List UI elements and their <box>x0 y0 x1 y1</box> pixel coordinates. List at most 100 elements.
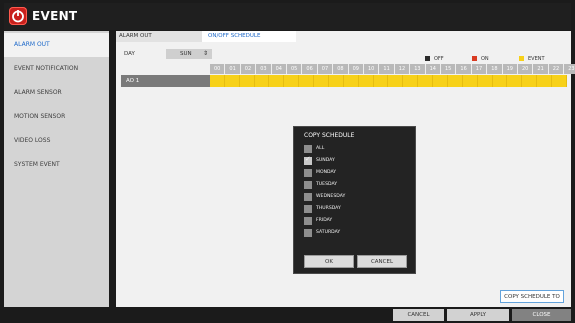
checkbox-label: SUNDAY <box>316 158 335 163</box>
hour-label: 16 <box>456 64 472 74</box>
hour-label: 12 <box>394 64 411 74</box>
table-header: ALARM OUT ON/OFF SCHEDULE <box>116 31 571 42</box>
hour-label: 22 <box>548 64 565 74</box>
sidebar: ALARM OUT EVENT NOTIFICATION ALARM SENSO… <box>4 31 109 307</box>
hour-label: 04 <box>271 64 287 74</box>
ok-button[interactable]: OK <box>304 255 354 268</box>
schedule-cell[interactable] <box>254 75 270 87</box>
checkbox-icon[interactable] <box>304 169 312 177</box>
schedule-cell[interactable] <box>343 75 359 87</box>
hour-label: 23 <box>564 64 575 74</box>
hour-label: 10 <box>364 64 380 74</box>
checkbox-label: WEDNESDAY <box>316 194 346 199</box>
footer-apply-button[interactable]: APPLY <box>447 309 509 321</box>
schedule-cell[interactable] <box>403 75 419 87</box>
day-select-value: SUN <box>180 51 192 57</box>
footer-bar: CANCEL APPLY CLOSE <box>4 309 571 321</box>
footer-cancel-button[interactable]: CANCEL <box>393 309 444 321</box>
cancel-button[interactable]: CANCEL <box>357 255 407 268</box>
event-window: EVENT ALARM OUT EVENT NOTIFICATION ALARM… <box>4 3 575 321</box>
hour-label: 00 <box>210 64 226 74</box>
checkbox-icon[interactable] <box>304 145 312 153</box>
legend-off: OFF <box>425 55 444 63</box>
day-label: DAY <box>124 51 135 57</box>
hour-label: 15 <box>441 64 457 74</box>
hour-label: 06 <box>302 64 318 74</box>
schedule-cell[interactable] <box>358 75 374 87</box>
sidebar-item-label: MOTION SENSOR <box>14 113 66 120</box>
sidebar-item-label: SYSTEM EVENT <box>14 161 60 168</box>
schedule-cell[interactable] <box>462 75 478 87</box>
legend-swatch <box>519 56 524 61</box>
schedule-cell[interactable] <box>477 75 493 87</box>
schedule-cells[interactable] <box>210 75 567 87</box>
copy-schedule-dialog: COPY SCHEDULE ALL SUNDAY MONDAY TUESDAY … <box>293 126 416 274</box>
hour-label: 03 <box>256 64 272 74</box>
dialog-title: COPY SCHEDULE <box>304 132 355 139</box>
sidebar-item-system-event[interactable]: SYSTEM EVENT <box>4 153 109 177</box>
window-title: EVENT <box>32 9 78 23</box>
hour-label: 11 <box>379 64 395 74</box>
schedule-cell[interactable] <box>328 75 344 87</box>
hour-label: 14 <box>425 64 441 74</box>
schedule-cell[interactable] <box>418 75 434 87</box>
hour-label: 21 <box>533 64 549 74</box>
title-bar: EVENT <box>4 3 571 30</box>
checkbox-icon[interactable] <box>304 229 312 237</box>
schedule-cell[interactable] <box>284 75 300 87</box>
hour-label: 05 <box>287 64 303 74</box>
hour-label: 09 <box>348 64 364 74</box>
hour-label: 20 <box>518 64 534 74</box>
day-select[interactable]: SUN ⇕ <box>166 49 212 59</box>
schedule-cell[interactable] <box>224 75 240 87</box>
updown-arrow-icon: ⇕ <box>202 50 208 57</box>
checkbox-icon[interactable] <box>304 193 312 201</box>
schedule-cell[interactable] <box>552 75 567 87</box>
checkbox-label: MONDAY <box>316 170 337 175</box>
legend-event: EVENT <box>519 55 545 63</box>
alarm-out-name: AO 1 <box>121 75 210 87</box>
legend-label: OFF <box>434 56 444 62</box>
schedule-cell[interactable] <box>447 75 463 87</box>
checkbox-icon[interactable] <box>304 217 312 225</box>
checkbox-icon[interactable] <box>304 181 312 189</box>
sidebar-item-event-notification[interactable]: EVENT NOTIFICATION <box>4 57 109 81</box>
schedule-cell[interactable] <box>210 75 225 87</box>
sidebar-item-motion-sensor[interactable]: MOTION SENSOR <box>4 105 109 129</box>
schedule-cell[interactable] <box>269 75 285 87</box>
checkbox-label: THURSDAY <box>316 206 341 211</box>
sidebar-item-video-loss[interactable]: VIDEO LOSS <box>4 129 109 153</box>
checkbox-icon[interactable] <box>304 205 312 213</box>
hour-label: 02 <box>240 64 257 74</box>
checkbox-label: ALL <box>316 146 325 151</box>
hour-label: 07 <box>317 64 334 74</box>
hour-label: 08 <box>333 64 349 74</box>
hour-label: 18 <box>487 64 503 74</box>
schedule-cell[interactable] <box>522 75 538 87</box>
checkbox-checked-icon[interactable] <box>304 155 312 165</box>
footer-close-button[interactable]: CLOSE <box>512 309 571 321</box>
legend-swatch <box>425 56 430 61</box>
schedule-cell[interactable] <box>492 75 508 87</box>
schedule-cell[interactable] <box>388 75 404 87</box>
sidebar-item-label: ALARM OUT <box>14 41 50 48</box>
copy-schedule-to-button[interactable]: COPY SCHEDULE TO <box>500 290 564 303</box>
schedule-cell[interactable] <box>314 75 329 87</box>
checkbox-label: SATURDAY <box>316 230 341 235</box>
hour-label: 13 <box>410 64 426 74</box>
schedule-cell[interactable] <box>299 75 315 87</box>
schedule-cell[interactable] <box>433 75 448 87</box>
sidebar-item-alarm-out[interactable]: ALARM OUT <box>4 33 109 57</box>
legend-label: EVENT <box>528 56 545 62</box>
schedule-cell[interactable] <box>373 75 389 87</box>
table-row: AO 1 <box>121 75 567 87</box>
legend-on: ON <box>472 55 489 63</box>
sidebar-item-alarm-sensor[interactable]: ALARM SENSOR <box>4 81 109 105</box>
schedule-cell[interactable] <box>239 75 255 87</box>
header-alarm-out: ALARM OUT <box>116 31 202 42</box>
sidebar-item-label: EVENT NOTIFICATION <box>14 65 79 72</box>
header-on-off-schedule: ON/OFF SCHEDULE <box>202 31 296 42</box>
schedule-cell[interactable] <box>507 75 523 87</box>
hour-label: 01 <box>225 64 241 74</box>
schedule-cell[interactable] <box>537 75 552 87</box>
